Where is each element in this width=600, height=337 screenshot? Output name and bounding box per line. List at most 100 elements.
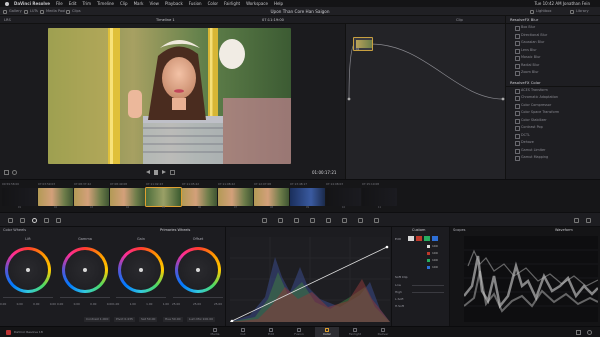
motion-effects-icon[interactable]: [56, 218, 61, 223]
gain-puck[interactable]: [139, 268, 143, 272]
menu-view[interactable]: View: [149, 0, 159, 7]
clip-thumbnail[interactable]: 07:13:48:17 09: [290, 182, 325, 210]
hue-param[interactable]: Hue 50.00: [163, 317, 183, 322]
high-slider[interactable]: [412, 292, 444, 293]
color-match-icon[interactable]: [20, 218, 25, 223]
page-edit[interactable]: Edit: [259, 327, 283, 337]
timeline-selector[interactable]: Timeline 1: [156, 16, 175, 23]
library-section-blur[interactable]: ResolveFX Blur: [506, 16, 600, 24]
viewer-zoom-icon[interactable]: [12, 170, 17, 175]
offset-slider[interactable]: [173, 297, 223, 298]
play-icon[interactable]: [162, 170, 166, 174]
gain-slider[interactable]: [116, 297, 166, 298]
library-item[interactable]: Gamut Limiter: [506, 147, 600, 155]
library-section-color[interactable]: ResolveFX Color: [506, 79, 600, 87]
menu-playback[interactable]: Playback: [165, 0, 183, 7]
gain-wheel[interactable]: [118, 247, 164, 293]
viewer-tool-icon[interactable]: [4, 170, 9, 175]
library-item[interactable]: Chromatic Adaptation: [506, 94, 600, 102]
page-color[interactable]: Color: [315, 327, 339, 337]
clip-thumbnail[interactable]: 07:08:37:22 03: [74, 182, 109, 210]
offset-wheel[interactable]: [175, 247, 221, 293]
sat-param[interactable]: Sat 50.00: [139, 317, 158, 322]
primaries-title[interactable]: Primaries Wheels: [160, 227, 190, 234]
lightbox-button[interactable]: Lightbox: [530, 7, 551, 15]
library-button[interactable]: Library: [570, 7, 589, 15]
menu-fusion[interactable]: Fusion: [189, 0, 202, 7]
key-icon[interactable]: [358, 218, 363, 223]
curves-graph[interactable]: [229, 237, 390, 323]
clip-thumbnail[interactable]: 07:11:02:23 05: [145, 182, 182, 210]
library-item[interactable]: Gamut Mapping: [506, 154, 600, 162]
page-deliver[interactable]: Deliver: [371, 327, 395, 337]
clip-thumbnail[interactable]: 00:59:58:00 01: [2, 182, 37, 210]
library-item[interactable]: Color Space Transform: [506, 109, 600, 117]
library-item[interactable]: Mosaic Blur: [506, 54, 600, 62]
blur-icon[interactable]: [342, 218, 347, 223]
offset-puck[interactable]: [196, 268, 200, 272]
menu-help[interactable]: Help: [274, 0, 283, 7]
clip-thumbnail[interactable]: 07:08:49:08 04: [110, 182, 145, 210]
curve-b-value[interactable]: 100: [432, 265, 438, 269]
scopes-icon[interactable]: [574, 218, 579, 223]
menu-edit[interactable]: Edit: [69, 0, 77, 7]
play-reverse-icon[interactable]: [146, 170, 150, 174]
library-item[interactable]: Box Blur: [506, 24, 600, 32]
page-fusion[interactable]: Fusion: [287, 327, 311, 337]
library-item[interactable]: Radial Blur: [506, 62, 600, 70]
clip-thumbnail[interactable]: 07:12:07:08 08: [254, 182, 289, 210]
gamma-puck[interactable]: [83, 268, 87, 272]
lift-slider[interactable]: [3, 297, 53, 298]
lummix-param[interactable]: Lum Mix 100.00: [187, 317, 216, 322]
curve-r-value[interactable]: 100: [432, 251, 438, 255]
clip-thumbnail[interactable]: 07:14:08:03 10: [326, 182, 361, 210]
magic-mask-icon[interactable]: [326, 218, 331, 223]
menu-timeline[interactable]: Timeline: [97, 0, 114, 7]
library-item[interactable]: Color Stabilizer: [506, 117, 600, 125]
page-cut[interactable]: Cut: [231, 327, 255, 337]
library-item[interactable]: Dehaze: [506, 139, 600, 147]
library-item[interactable]: Lens Blur: [506, 47, 600, 55]
menu-fairlight[interactable]: Fairlight: [224, 0, 240, 7]
scope-mode[interactable]: Waveform: [555, 227, 573, 234]
stop-icon[interactable]: [154, 170, 158, 175]
loop-icon[interactable]: [170, 170, 175, 175]
channel-b-toggle[interactable]: [432, 236, 438, 241]
lift-wheel[interactable]: [5, 247, 51, 293]
menu-mark[interactable]: Mark: [134, 0, 144, 7]
library-item[interactable]: Contrast Pop: [506, 124, 600, 132]
low-slider[interactable]: [412, 285, 444, 286]
info-icon[interactable]: [586, 218, 591, 223]
menu-color[interactable]: Color: [208, 0, 218, 7]
clip-thumbnail[interactable]: 07:11:08:22 07: [218, 182, 253, 210]
curves-icon[interactable]: [262, 218, 267, 223]
qualifier-icon[interactable]: [278, 218, 283, 223]
channel-y-toggle[interactable]: [408, 236, 414, 241]
channel-g-toggle[interactable]: [424, 236, 430, 241]
menu-clip[interactable]: Clip: [120, 0, 128, 7]
sizing-icon[interactable]: [374, 218, 379, 223]
library-item[interactable]: Directional Blur: [506, 32, 600, 40]
library-item[interactable]: ACES Transform: [506, 87, 600, 95]
lift-puck[interactable]: [26, 268, 30, 272]
library-item[interactable]: DCTL: [506, 132, 600, 140]
curve-y-value[interactable]: 100: [432, 244, 438, 248]
camera-raw-icon[interactable]: [8, 218, 13, 223]
project-manager-icon[interactable]: [576, 330, 581, 335]
settings-icon[interactable]: [587, 330, 592, 335]
menu-workspace[interactable]: Workspace: [246, 0, 268, 7]
gamma-slider[interactable]: [60, 297, 110, 298]
menu-file[interactable]: File: [56, 0, 63, 7]
menu-trim[interactable]: Trim: [82, 0, 91, 7]
clip-thumbnail[interactable]: 07:03:59:03 02: [38, 182, 73, 210]
library-item[interactable]: Zoom Blur: [506, 69, 600, 77]
contrast-param[interactable]: Contrast 1.000: [84, 317, 111, 322]
pivot-param[interactable]: Pivot 0.435: [114, 317, 135, 322]
gamma-wheel[interactable]: [62, 247, 108, 293]
clip-thumbnail[interactable]: 07:11:05:22 06: [182, 182, 217, 210]
node-01[interactable]: 01: [353, 37, 373, 51]
viewer-image[interactable]: [48, 28, 291, 164]
apple-icon[interactable]: [5, 1, 9, 6]
library-item[interactable]: Color Compressor: [506, 102, 600, 110]
rgb-mixer-icon[interactable]: [44, 218, 49, 223]
